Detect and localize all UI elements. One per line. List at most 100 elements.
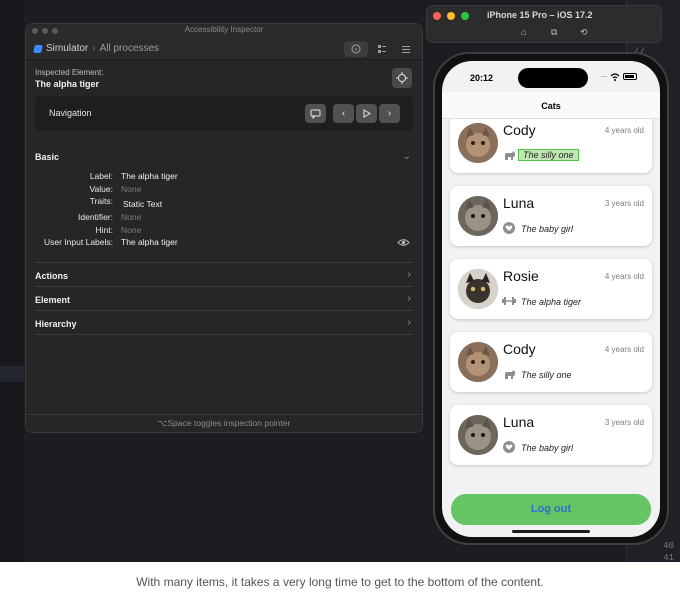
status-bar-time: 20:12 [470, 73, 494, 83]
attribute-key: Value: [89, 183, 113, 194]
speak-button[interactable] [305, 104, 326, 123]
cat-avatar [458, 123, 498, 163]
home-icon[interactable]: ⌂ [521, 27, 526, 37]
next-element-button[interactable]: › [379, 104, 400, 123]
dumbbell-icon [502, 295, 516, 307]
cat-age: 4 years old [604, 272, 644, 281]
close-window-button[interactable] [433, 12, 441, 20]
audit-icon [378, 45, 386, 53]
cat-name: Cody [503, 122, 536, 138]
cat-name: Luna [503, 414, 535, 430]
chevron-right-icon: › [407, 292, 411, 305]
cat-avatar [458, 342, 498, 382]
desktop-background: // // // npe cre 40 41 Accessibility Ins… [0, 0, 680, 562]
cat-age: 4 years old [604, 126, 644, 135]
cat-description: The silly one [521, 370, 572, 380]
target-breadcrumb[interactable]: Simulator › All processes [33, 43, 160, 54]
attribute-row-hint: Hint: None [26, 225, 422, 238]
chevron-right-icon: › [387, 108, 392, 119]
attribute-value: The alpha tiger [121, 237, 178, 247]
audit-button[interactable] [374, 41, 390, 57]
attribute-key: Identifier: [78, 212, 113, 222]
list-icon [402, 46, 410, 53]
breadcrumb-process: All processes [99, 43, 160, 54]
cat-card[interactable]: Cody 4 years old The silly one [450, 332, 652, 392]
basic-section-header[interactable]: Basic ⌄ [35, 145, 413, 169]
element-section-header[interactable]: Element › [35, 287, 413, 311]
inspector-titlebar: Accessibility Inspector [26, 24, 422, 38]
cat-description: The silly one [518, 149, 579, 161]
crosshair-icon [396, 72, 408, 84]
section-title: Actions [35, 270, 69, 281]
attribute-key: Traits: [89, 196, 113, 206]
navigation-panel: Navigation ‹ › [35, 96, 413, 131]
cat-photo-icon [458, 342, 498, 382]
settings-button[interactable] [398, 41, 414, 57]
cat-name: Luna [503, 195, 535, 211]
actions-section-header[interactable]: Actions › [35, 263, 413, 287]
logout-button[interactable]: Log out [451, 494, 651, 525]
attributes-list: Label: The alpha tiger Value: None Trait… [26, 171, 422, 250]
speech-bubble-icon [310, 109, 321, 119]
cat-card[interactable]: Cody 4 years old The silly one [450, 119, 652, 173]
section-title: Hierarchy [35, 318, 77, 329]
home-indicator[interactable] [512, 530, 590, 533]
cat-icon [502, 368, 516, 380]
inspected-element-value: The alpha tiger [35, 79, 100, 89]
dynamic-island [518, 68, 588, 88]
rotate-icon[interactable]: ⟲ [580, 27, 588, 38]
previous-element-button[interactable]: ‹ [333, 104, 354, 123]
cat-card[interactable]: Rosie 4 years old The alpha tiger [450, 259, 652, 319]
play-icon [363, 109, 371, 118]
cat-photo-icon [458, 123, 498, 163]
attribute-value: None [121, 183, 142, 194]
point-to-inspect-button[interactable] [392, 68, 412, 88]
cat-avatar [458, 415, 498, 455]
activate-element-button[interactable] [356, 104, 377, 123]
iphone-device: 20:12 ···· Cats Cody 4 years old The sil… [433, 52, 669, 545]
line-number: 40 [663, 541, 674, 551]
cat-card[interactable]: Luna 3 years old The baby girl [450, 186, 652, 246]
wifi-icon [610, 72, 620, 81]
heart-icon [502, 441, 516, 453]
attribute-key: Hint: [95, 224, 113, 235]
attribute-value: None [121, 212, 142, 222]
cat-icon [502, 149, 516, 161]
cat-age: 4 years old [604, 345, 644, 354]
simulator-window-title: iPhone 15 Pro – iOS 17.2 [487, 10, 593, 20]
zoom-window-button[interactable] [461, 12, 469, 20]
chevron-right-icon: › [407, 268, 411, 281]
iphone-screen: 20:12 ···· Cats Cody 4 years old The sil… [442, 61, 660, 537]
cat-photo-icon [458, 196, 498, 236]
minimize-window-button[interactable] [447, 12, 455, 20]
cats-list[interactable]: Cody 4 years old The silly one Luna 3 ye… [442, 119, 660, 491]
cat-photo-icon [458, 415, 498, 455]
hierarchy-section-header[interactable]: Hierarchy › [35, 311, 413, 335]
chevron-down-icon: ⌄ [402, 151, 411, 162]
battery-icon [622, 73, 637, 80]
screenshot-icon[interactable]: ⧉ [551, 27, 557, 38]
cat-description: The baby girl [521, 224, 574, 234]
inspection-mode-button[interactable] [344, 41, 368, 57]
editor-left-strip [0, 0, 24, 562]
breadcrumb-app: Simulator [46, 43, 89, 54]
cat-description: The alpha tiger [521, 297, 582, 307]
cat-card[interactable]: Luna 3 years old The baby girl [450, 405, 652, 465]
inspector-toolbar: Simulator › All processes [26, 38, 422, 60]
editor-line-highlight [0, 366, 24, 382]
inspector-footer-hint: ⌥Space toggles inspection pointer [26, 414, 422, 432]
attribute-key: User Input Labels: [44, 237, 113, 247]
eye-icon[interactable] [397, 238, 410, 247]
accessibility-inspector-window: Accessibility Inspector Simulator › All … [25, 23, 423, 433]
attribute-row-value: Value: None [26, 184, 422, 197]
cat-age: 3 years old [604, 418, 644, 427]
chevron-left-icon: ‹ [341, 108, 346, 119]
chevron-right-icon: › [92, 43, 96, 54]
attribute-row-traits: Traits: Static Text [26, 196, 422, 212]
nav-title: Cats [541, 101, 561, 111]
attribute-row-label: Label: The alpha tiger [26, 171, 422, 184]
cat-age: 3 years old [604, 199, 644, 208]
cat-avatar [458, 269, 498, 309]
attribute-value: Static Text [123, 199, 163, 209]
chevron-right-icon: › [407, 316, 411, 329]
